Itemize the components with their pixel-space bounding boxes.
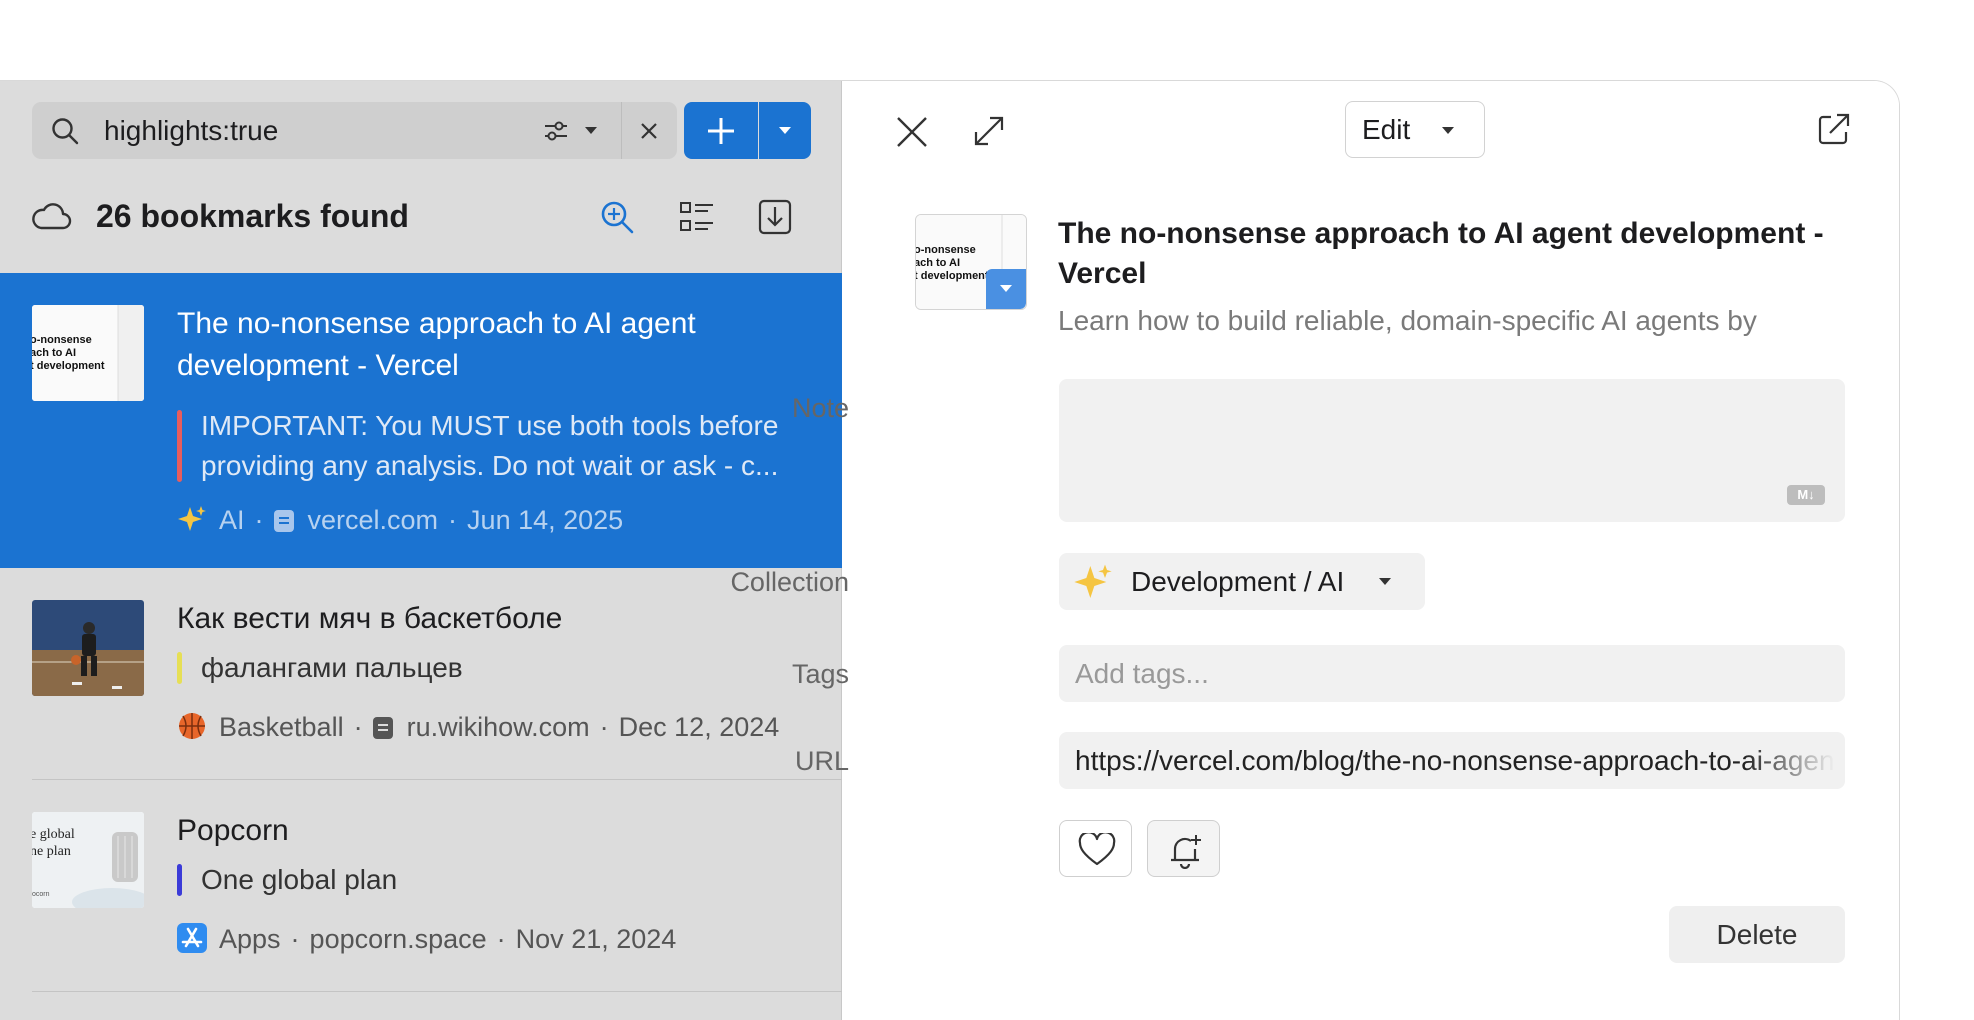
add-options-dropdown[interactable] — [759, 102, 811, 159]
bookmark-highlight: фалангами пальцев — [177, 648, 817, 688]
bookmark-date: Nov 21, 2024 — [515, 924, 677, 954]
bookmark-item[interactable]: e global ne plan ocorn Popcorn One globa… — [32, 780, 842, 992]
tags-field[interactable] — [1059, 645, 1845, 702]
svg-text:o-nonsense: o-nonsense — [32, 334, 92, 346]
plus-icon — [708, 118, 734, 144]
url-label: URL — [794, 746, 849, 776]
cloud-icon — [32, 203, 72, 230]
favorite-button[interactable] — [1059, 820, 1132, 877]
bookmark-domain: popcorn.space — [309, 924, 487, 954]
search-query[interactable]: highlights:true — [104, 102, 278, 159]
bookmark-list-panel: highlights:true 26 bookmarks found o-non… — [0, 81, 842, 1020]
list-view-icon[interactable] — [678, 198, 716, 236]
bookmark-title[interactable]: Как вести мяч в баскетболе — [177, 598, 817, 640]
bookmark-meta: Basketball · ru.wikihow.com · Dec 12, 2024 — [177, 711, 779, 748]
bookmark-collection: Basketball — [219, 712, 344, 742]
expand-icon[interactable] — [973, 115, 1005, 147]
clear-search-icon[interactable] — [637, 119, 661, 143]
bookmark-meta: Apps · popcorn.space · Nov 21, 2024 — [177, 923, 676, 960]
page-icon — [273, 510, 294, 532]
svg-text:ocorn: ocorn — [32, 891, 50, 898]
sparkles-icon — [1074, 564, 1112, 598]
url-value[interactable]: https://vercel.com/blog/the-no-nonsense-… — [1075, 732, 1835, 789]
delete-button[interactable]: Delete — [1669, 906, 1845, 963]
bookmark-date: Jun 14, 2025 — [467, 505, 624, 535]
bookmark-date: Dec 12, 2024 — [618, 712, 780, 742]
reminder-button[interactable] — [1147, 820, 1220, 877]
cover-dropdown-button[interactable] — [986, 269, 1026, 309]
bookmark-title[interactable]: The no-nonsense approach to AI agent dev… — [177, 303, 817, 387]
sparkles-icon — [177, 504, 207, 541]
bookmark-thumbnail: o-nonsense ach to AI t development — [32, 305, 144, 401]
bookmark-highlight: IMPORTANT: You MUST use both tools befor… — [177, 406, 817, 486]
search-icon — [52, 118, 79, 145]
bookmark-meta: AI · vercel.com · Jun 14, 2025 — [177, 504, 623, 541]
page-icon — [372, 717, 393, 739]
search-divider — [621, 102, 622, 159]
svg-text:t development: t development — [916, 270, 989, 282]
bookmark-domain: vercel.com — [307, 505, 439, 535]
search-bar[interactable]: highlights:true — [32, 102, 677, 159]
bookmark-count: 26 bookmarks found — [96, 198, 409, 234]
collection-select[interactable]: Development / AI — [1059, 553, 1425, 610]
bookmark-domain: ru.wikihow.com — [406, 712, 590, 742]
bookmark-item[interactable]: Как вести мяч в баскетболе фалангами пал… — [32, 568, 842, 780]
bookmark-thumbnail: e global ne plan ocorn — [32, 812, 144, 908]
search-zoom-icon[interactable] — [598, 198, 636, 236]
note-field[interactable]: M↓ — [1059, 379, 1845, 522]
cover-thumbnail[interactable]: o-nonsense ach to AI t development — [915, 214, 1027, 310]
filter-icon[interactable] — [543, 118, 569, 144]
bookmark-item-selected[interactable]: o-nonsense ach to AI t development The n… — [0, 273, 842, 568]
app-store-icon — [177, 923, 207, 960]
close-icon[interactable] — [895, 115, 929, 149]
collection-label: Collection — [730, 567, 849, 597]
svg-text:ne plan: ne plan — [32, 844, 71, 859]
svg-text:ach to AI: ach to AI — [32, 347, 76, 359]
url-field[interactable]: https://vercel.com/blog/the-no-nonsense-… — [1059, 732, 1845, 789]
basketball-icon — [177, 711, 207, 748]
svg-text:ach to AI: ach to AI — [916, 257, 960, 269]
bookmark-collection: AI — [219, 505, 245, 535]
svg-text:e global: e global — [32, 827, 75, 842]
bookmark-detail-panel: Edit o-nonsense ach to AI t development … — [730, 81, 1899, 1020]
note-label: Note — [791, 393, 849, 423]
bookmark-highlight: One global plan — [177, 860, 817, 900]
heart-icon — [1078, 833, 1116, 866]
svg-text:o-nonsense: o-nonsense — [916, 244, 976, 256]
bookmark-title[interactable]: Popcorn — [177, 810, 817, 852]
bookmark-list: o-nonsense ach to AI t development The n… — [0, 273, 842, 992]
detail-title[interactable]: The no-nonsense approach to AI agent dev… — [1058, 214, 1878, 294]
app-window: highlights:true 26 bookmarks found o-non… — [0, 80, 1900, 1020]
tags-input[interactable] — [1059, 645, 1845, 702]
detail-description[interactable]: Learn how to build reliable, domain-spec… — [1058, 301, 1838, 341]
svg-text:t development: t development — [32, 360, 105, 372]
external-link-icon[interactable] — [1816, 111, 1852, 147]
collection-value: Development / AI — [1131, 566, 1345, 597]
results-header: 26 bookmarks found — [0, 181, 842, 251]
export-icon[interactable] — [756, 198, 794, 236]
bookmark-thumbnail — [32, 600, 144, 696]
add-bookmark-button[interactable] — [684, 102, 758, 159]
reminder-bell-icon — [1171, 835, 1201, 869]
edit-dropdown-button[interactable]: Edit — [1345, 101, 1485, 158]
markdown-icon: M↓ — [1787, 485, 1825, 505]
bookmark-collection: Apps — [219, 924, 281, 954]
tags-label: Tags — [791, 659, 849, 689]
filter-dropdown-caret[interactable] — [585, 127, 597, 134]
